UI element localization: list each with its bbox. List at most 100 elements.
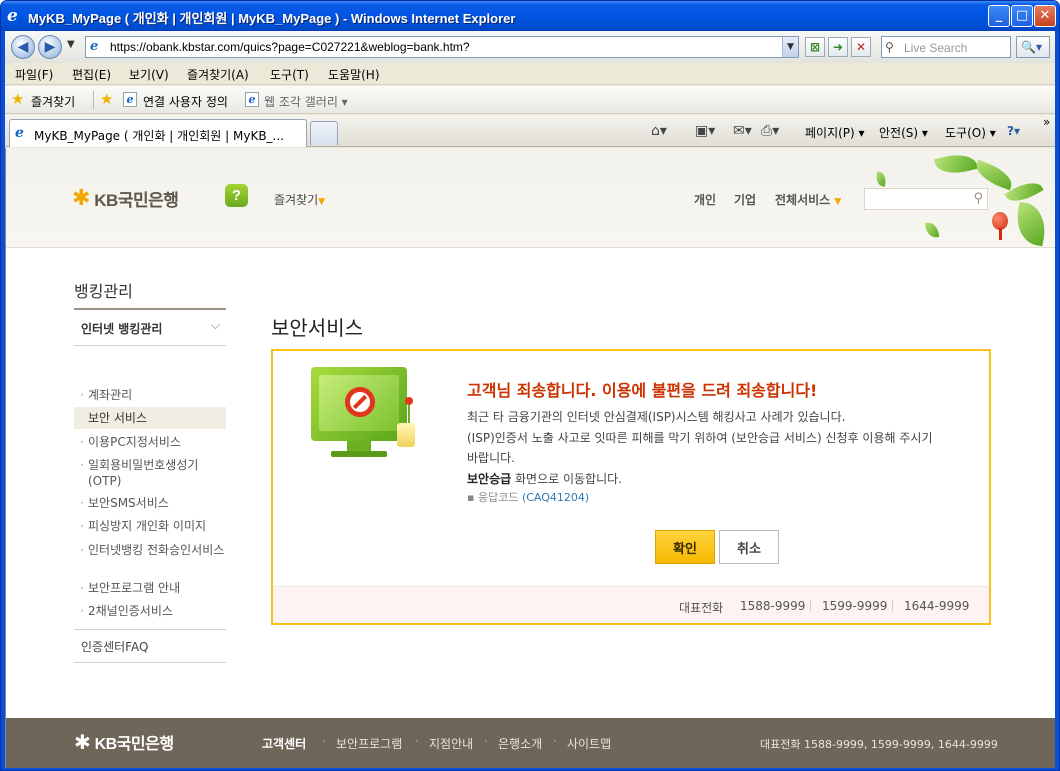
tools-menu[interactable]: 도구(O) ▾: [945, 124, 996, 141]
mail-icon[interactable]: ✉▾: [733, 123, 752, 139]
forward-button[interactable]: ▶: [38, 35, 62, 59]
alert-line-3: 바랍니다.: [467, 451, 515, 465]
home-icon[interactable]: ⌂▾: [651, 123, 667, 139]
stop-button[interactable]: ✕: [851, 37, 871, 57]
menu-favorites[interactable]: 즐겨찾기(A): [187, 66, 249, 83]
footer-phone: 대표전화 1588-9999, 1599-9999, 1644-9999: [760, 738, 998, 751]
gnb-all-services[interactable]: 전체서비스 ▼: [775, 191, 841, 208]
page-favicon-icon: e: [90, 39, 99, 54]
site-header: ✱ KB국민은행 ? 즐겨찾기▼ 개인 기업 전체서비스 ▼ ⚲: [6, 148, 1055, 248]
prohibited-icon: [345, 387, 375, 417]
lnb-item-phishing-image[interactable]: 피싱방지 개인화 이미지: [74, 518, 226, 534]
gnb-personal[interactable]: 개인: [694, 191, 716, 208]
lnb-section-label: 인터넷 뱅킹관리: [81, 322, 163, 336]
menu-file[interactable]: 파일(F): [15, 66, 53, 83]
page-icon: e: [123, 92, 137, 107]
ie-icon: e: [7, 6, 18, 26]
lnb-item-account[interactable]: 계좌관리: [74, 387, 226, 403]
help-menu-icon[interactable]: ?▾: [1007, 124, 1020, 138]
phone-label: 대표전화: [679, 601, 724, 615]
alert-bold-keyword: 보안승급: [467, 472, 512, 486]
site-favorites-menu[interactable]: 즐겨찾기▼: [274, 191, 325, 208]
gnb-business[interactable]: 기업: [734, 191, 756, 208]
menu-edit[interactable]: 편집(E): [72, 66, 111, 83]
footer-dot: ·: [415, 734, 419, 748]
footer-link-customer-center[interactable]: 고객센터: [262, 735, 306, 752]
lnb-item-phone-approval[interactable]: 인터넷뱅킹 전화승인서비스: [74, 542, 226, 558]
add-favorite-icon[interactable]: ★: [100, 90, 113, 108]
close-button[interactable]: ✕: [1034, 5, 1056, 27]
address-url[interactable]: https://obank.kbstar.com/quics?page=C027…: [110, 40, 470, 54]
response-code-label: 응답코드: [477, 491, 519, 504]
decoration-leaf: [972, 159, 1016, 191]
page-menu[interactable]: 페이지(P) ▾: [805, 124, 865, 141]
kb-star-icon: ✱: [72, 186, 91, 211]
site-footer: ✱ KB국민은행 고객센터 · 보안프로그램 · 지점안내 · 은행소개 · 사…: [6, 718, 1055, 768]
footer-dot: ·: [322, 734, 326, 748]
web-slice-gallery-link[interactable]: 웹 조각 갤러리 ▾: [264, 93, 348, 110]
favorites-button[interactable]: 즐겨찾기: [31, 93, 75, 110]
live-search-field[interactable]: ⚲ Live Search: [881, 36, 1011, 58]
footer-link-about[interactable]: 은행소개: [498, 735, 542, 752]
lnb-section-header[interactable]: 인터넷 뱅킹관리 ⌵: [74, 308, 226, 346]
history-dropdown-icon[interactable]: ▼: [67, 39, 75, 50]
back-button[interactable]: ◀: [11, 35, 35, 59]
maximize-button[interactable]: □: [1011, 5, 1033, 27]
title-bar: e MyKB_MyPage ( 개인화 | 개인회원 | MyKB_MyPage…: [1, 1, 1059, 31]
footer-kb-logo[interactable]: ✱ KB국민은행: [74, 730, 174, 754]
monitor-screen: [319, 375, 399, 431]
kb-logo[interactable]: ✱ KB국민은행: [72, 186, 179, 211]
confirm-button[interactable]: 확인: [655, 530, 715, 564]
feeds-icon[interactable]: ▣▾: [695, 123, 715, 139]
decoration-leaf: [924, 221, 940, 239]
alert-box: 고객님 죄송합니다. 이용에 불편을 드려 죄송합니다! 최근 타 금융기관의 …: [271, 349, 991, 625]
ie-tab-icon: e: [15, 125, 24, 141]
new-tab-button[interactable]: [310, 121, 338, 145]
site-favorites-label: 즐겨찾기: [274, 193, 319, 207]
browser-client: ◀ ▶ ▼ e https://obank.kbstar.com/quics?p…: [5, 31, 1055, 768]
lnb-item-pc-designation[interactable]: 이용PC지정서비스: [74, 434, 226, 450]
footer-link-sitemap[interactable]: 사이트맵: [567, 735, 611, 752]
search-button[interactable]: 🔍▾: [1016, 36, 1050, 58]
phone-separator: [892, 600, 893, 611]
lnb-divider: [74, 629, 226, 630]
footer-link-branch[interactable]: 지점안내: [429, 735, 473, 752]
search-placeholder[interactable]: Live Search: [904, 41, 967, 55]
response-code: ▪ 응답코드 (CAQ41204): [467, 491, 590, 504]
lnb-item-security-sms[interactable]: 보안SMS서비스: [74, 495, 226, 511]
site-search-input[interactable]: ⚲: [864, 188, 988, 210]
search-icon: ⚲: [885, 40, 894, 54]
refresh-button[interactable]: ➜: [828, 37, 848, 57]
kb-star-icon: ✱: [74, 730, 91, 754]
alert-line-2: (ISP)인증서 노출 사고로 잇따른 피해를 막기 위하여 (보안승급 서비스…: [467, 431, 933, 445]
tab-label: MyKB_MyPage ( 개인화 | 개인회원 | MyKB_...: [34, 129, 284, 143]
address-field[interactable]: e https://obank.kbstar.com/quics?page=C0…: [85, 36, 799, 58]
compat-view-button[interactable]: ⊠: [805, 37, 825, 57]
lnb-item-otp[interactable]: 일회용비밀번호생성기(OTP): [74, 457, 226, 489]
cancel-button[interactable]: 취소: [719, 530, 779, 564]
page-viewport: ✱ KB국민은행 ? 즐겨찾기▼ 개인 기업 전체서비스 ▼ ⚲ 뱅킹관리 인터…: [5, 148, 1055, 768]
suggested-sites-link[interactable]: 연결 사용자 정의: [143, 93, 228, 110]
tab-mykb[interactable]: e MyKB_MyPage ( 개인화 | 개인회원 | MyKB_...: [9, 119, 307, 147]
footer-link-security-program[interactable]: 보안프로그램: [336, 735, 402, 752]
alert-line-4: 보안승급 화면으로 이동합니다.: [467, 470, 622, 487]
lnb-item-cert-faq[interactable]: 인증센터FAQ: [81, 638, 148, 655]
lnb-item-2channel-auth[interactable]: 2채널인증서비스: [74, 603, 226, 619]
lnb-item-security-program[interactable]: 보안프로그램 안내: [74, 580, 226, 596]
alert-title: 고객님 죄송합니다. 이용에 불편을 드려 죄송합니다!: [467, 381, 818, 400]
lnb-item-security-service[interactable]: 보안 서비스: [74, 407, 226, 429]
more-chevron-icon[interactable]: »: [1043, 115, 1050, 129]
footer-dot: ·: [484, 734, 488, 748]
footer-dot: ·: [553, 734, 557, 748]
address-dropdown-icon[interactable]: ▼: [782, 37, 798, 57]
menu-help[interactable]: 도움말(H): [328, 66, 380, 83]
minimize-button[interactable]: _: [988, 5, 1010, 27]
decoration-leaf: [874, 171, 888, 187]
lnb-divider: [74, 662, 226, 663]
menu-tools[interactable]: 도구(T): [270, 66, 309, 83]
safety-menu[interactable]: 안전(S) ▾: [879, 124, 928, 141]
help-icon[interactable]: ?: [225, 184, 248, 207]
menu-view[interactable]: 보기(V): [129, 66, 169, 83]
print-icon[interactable]: ⎙▾: [761, 123, 779, 139]
search-icon[interactable]: ⚲: [973, 191, 983, 206]
